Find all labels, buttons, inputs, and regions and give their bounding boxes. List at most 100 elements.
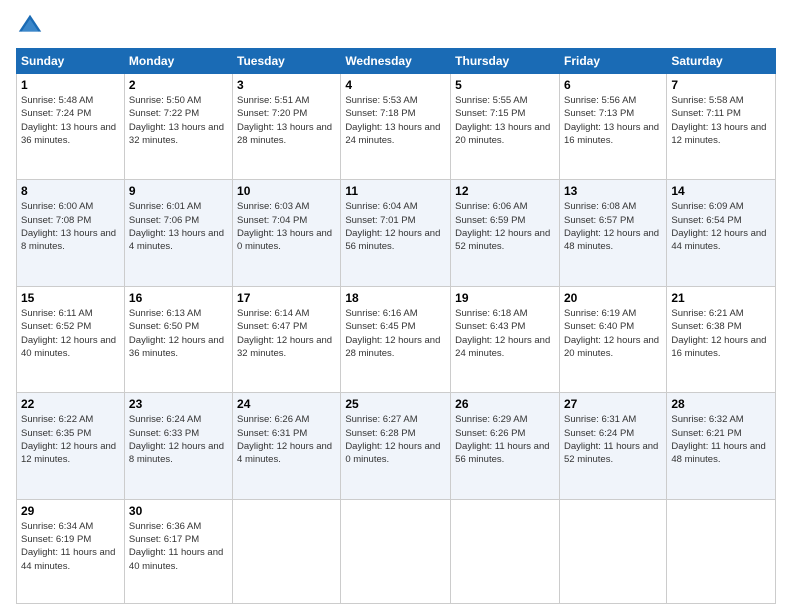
calendar-cell: 27 Sunrise: 6:31 AM Sunset: 6:24 PM Dayl… xyxy=(559,393,666,499)
day-number: 26 xyxy=(455,397,555,411)
sunset: Sunset: 6:57 PM xyxy=(564,215,634,226)
sunset: Sunset: 6:19 PM xyxy=(21,534,91,545)
daylight: Daylight: 13 hours and 4 minutes. xyxy=(129,228,224,252)
sunrise: Sunrise: 5:56 AM xyxy=(564,95,636,106)
day-number: 7 xyxy=(671,78,771,92)
daylight: Daylight: 12 hours and 16 minutes. xyxy=(671,335,766,359)
col-friday: Friday xyxy=(559,49,666,74)
sunset: Sunset: 6:38 PM xyxy=(671,321,741,332)
day-number: 19 xyxy=(455,291,555,305)
day-info: Sunrise: 6:09 AM Sunset: 6:54 PM Dayligh… xyxy=(671,200,771,253)
calendar-cell xyxy=(451,499,560,603)
sunset: Sunset: 6:17 PM xyxy=(129,534,199,545)
calendar-cell: 18 Sunrise: 6:16 AM Sunset: 6:45 PM Dayl… xyxy=(341,286,451,392)
calendar-cell: 3 Sunrise: 5:51 AM Sunset: 7:20 PM Dayli… xyxy=(233,74,341,180)
calendar-cell: 12 Sunrise: 6:06 AM Sunset: 6:59 PM Dayl… xyxy=(451,180,560,286)
day-info: Sunrise: 6:13 AM Sunset: 6:50 PM Dayligh… xyxy=(129,307,228,360)
day-info: Sunrise: 6:31 AM Sunset: 6:24 PM Dayligh… xyxy=(564,413,662,466)
sunrise: Sunrise: 6:00 AM xyxy=(21,201,93,212)
logo xyxy=(16,12,48,40)
sunrise: Sunrise: 6:14 AM xyxy=(237,308,309,319)
sunset: Sunset: 6:24 PM xyxy=(564,428,634,439)
day-info: Sunrise: 6:01 AM Sunset: 7:06 PM Dayligh… xyxy=(129,200,228,253)
header-row: Sunday Monday Tuesday Wednesday Thursday… xyxy=(17,49,776,74)
daylight: Daylight: 13 hours and 12 minutes. xyxy=(671,122,766,146)
col-saturday: Saturday xyxy=(667,49,776,74)
calendar-cell xyxy=(341,499,451,603)
calendar-week-5: 29 Sunrise: 6:34 AM Sunset: 6:19 PM Dayl… xyxy=(17,499,776,603)
calendar-cell: 11 Sunrise: 6:04 AM Sunset: 7:01 PM Dayl… xyxy=(341,180,451,286)
daylight: Daylight: 11 hours and 44 minutes. xyxy=(21,547,115,571)
sunrise: Sunrise: 6:31 AM xyxy=(564,414,636,425)
sunrise: Sunrise: 6:24 AM xyxy=(129,414,201,425)
sunset: Sunset: 6:28 PM xyxy=(345,428,415,439)
day-info: Sunrise: 5:56 AM Sunset: 7:13 PM Dayligh… xyxy=(564,94,662,147)
sunset: Sunset: 6:35 PM xyxy=(21,428,91,439)
day-number: 5 xyxy=(455,78,555,92)
sunset: Sunset: 6:59 PM xyxy=(455,215,525,226)
sunrise: Sunrise: 6:19 AM xyxy=(564,308,636,319)
day-number: 14 xyxy=(671,184,771,198)
day-number: 24 xyxy=(237,397,336,411)
sunrise: Sunrise: 6:11 AM xyxy=(21,308,93,319)
sunrise: Sunrise: 6:18 AM xyxy=(455,308,527,319)
sunset: Sunset: 6:52 PM xyxy=(21,321,91,332)
sunset: Sunset: 6:43 PM xyxy=(455,321,525,332)
day-number: 13 xyxy=(564,184,662,198)
sunrise: Sunrise: 5:48 AM xyxy=(21,95,93,106)
col-wednesday: Wednesday xyxy=(341,49,451,74)
calendar-week-1: 1 Sunrise: 5:48 AM Sunset: 7:24 PM Dayli… xyxy=(17,74,776,180)
calendar-cell: 14 Sunrise: 6:09 AM Sunset: 6:54 PM Dayl… xyxy=(667,180,776,286)
daylight: Daylight: 12 hours and 8 minutes. xyxy=(129,441,224,465)
calendar-cell: 26 Sunrise: 6:29 AM Sunset: 6:26 PM Dayl… xyxy=(451,393,560,499)
sunset: Sunset: 6:33 PM xyxy=(129,428,199,439)
day-info: Sunrise: 6:06 AM Sunset: 6:59 PM Dayligh… xyxy=(455,200,555,253)
day-number: 21 xyxy=(671,291,771,305)
sunrise: Sunrise: 6:13 AM xyxy=(129,308,201,319)
sunset: Sunset: 6:45 PM xyxy=(345,321,415,332)
day-info: Sunrise: 6:26 AM Sunset: 6:31 PM Dayligh… xyxy=(237,413,336,466)
sunrise: Sunrise: 6:08 AM xyxy=(564,201,636,212)
sunset: Sunset: 6:31 PM xyxy=(237,428,307,439)
day-number: 10 xyxy=(237,184,336,198)
day-number: 16 xyxy=(129,291,228,305)
sunset: Sunset: 6:40 PM xyxy=(564,321,634,332)
day-number: 22 xyxy=(21,397,120,411)
day-number: 30 xyxy=(129,504,228,518)
daylight: Daylight: 12 hours and 20 minutes. xyxy=(564,335,659,359)
calendar-week-4: 22 Sunrise: 6:22 AM Sunset: 6:35 PM Dayl… xyxy=(17,393,776,499)
calendar-cell: 5 Sunrise: 5:55 AM Sunset: 7:15 PM Dayli… xyxy=(451,74,560,180)
sunset: Sunset: 7:04 PM xyxy=(237,215,307,226)
day-info: Sunrise: 5:48 AM Sunset: 7:24 PM Dayligh… xyxy=(21,94,120,147)
calendar-cell: 13 Sunrise: 6:08 AM Sunset: 6:57 PM Dayl… xyxy=(559,180,666,286)
calendar-cell: 17 Sunrise: 6:14 AM Sunset: 6:47 PM Dayl… xyxy=(233,286,341,392)
daylight: Daylight: 12 hours and 28 minutes. xyxy=(345,335,440,359)
day-info: Sunrise: 6:34 AM Sunset: 6:19 PM Dayligh… xyxy=(21,520,120,573)
calendar-cell: 8 Sunrise: 6:00 AM Sunset: 7:08 PM Dayli… xyxy=(17,180,125,286)
calendar-cell: 2 Sunrise: 5:50 AM Sunset: 7:22 PM Dayli… xyxy=(124,74,232,180)
col-tuesday: Tuesday xyxy=(233,49,341,74)
sunset: Sunset: 7:24 PM xyxy=(21,108,91,119)
sunset: Sunset: 7:18 PM xyxy=(345,108,415,119)
day-number: 28 xyxy=(671,397,771,411)
daylight: Daylight: 13 hours and 20 minutes. xyxy=(455,122,550,146)
calendar-body: 1 Sunrise: 5:48 AM Sunset: 7:24 PM Dayli… xyxy=(17,74,776,604)
day-number: 8 xyxy=(21,184,120,198)
day-info: Sunrise: 6:08 AM Sunset: 6:57 PM Dayligh… xyxy=(564,200,662,253)
daylight: Daylight: 12 hours and 32 minutes. xyxy=(237,335,332,359)
calendar-cell: 24 Sunrise: 6:26 AM Sunset: 6:31 PM Dayl… xyxy=(233,393,341,499)
logo-icon xyxy=(16,12,44,40)
day-number: 29 xyxy=(21,504,120,518)
sunrise: Sunrise: 5:51 AM xyxy=(237,95,309,106)
sunrise: Sunrise: 6:04 AM xyxy=(345,201,417,212)
day-info: Sunrise: 6:11 AM Sunset: 6:52 PM Dayligh… xyxy=(21,307,120,360)
sunrise: Sunrise: 6:26 AM xyxy=(237,414,309,425)
day-info: Sunrise: 6:32 AM Sunset: 6:21 PM Dayligh… xyxy=(671,413,771,466)
calendar-week-2: 8 Sunrise: 6:00 AM Sunset: 7:08 PM Dayli… xyxy=(17,180,776,286)
daylight: Daylight: 11 hours and 56 minutes. xyxy=(455,441,549,465)
sunrise: Sunrise: 6:09 AM xyxy=(671,201,743,212)
sunrise: Sunrise: 6:34 AM xyxy=(21,521,93,532)
daylight: Daylight: 12 hours and 48 minutes. xyxy=(564,228,659,252)
sunset: Sunset: 7:08 PM xyxy=(21,215,91,226)
sunset: Sunset: 7:13 PM xyxy=(564,108,634,119)
